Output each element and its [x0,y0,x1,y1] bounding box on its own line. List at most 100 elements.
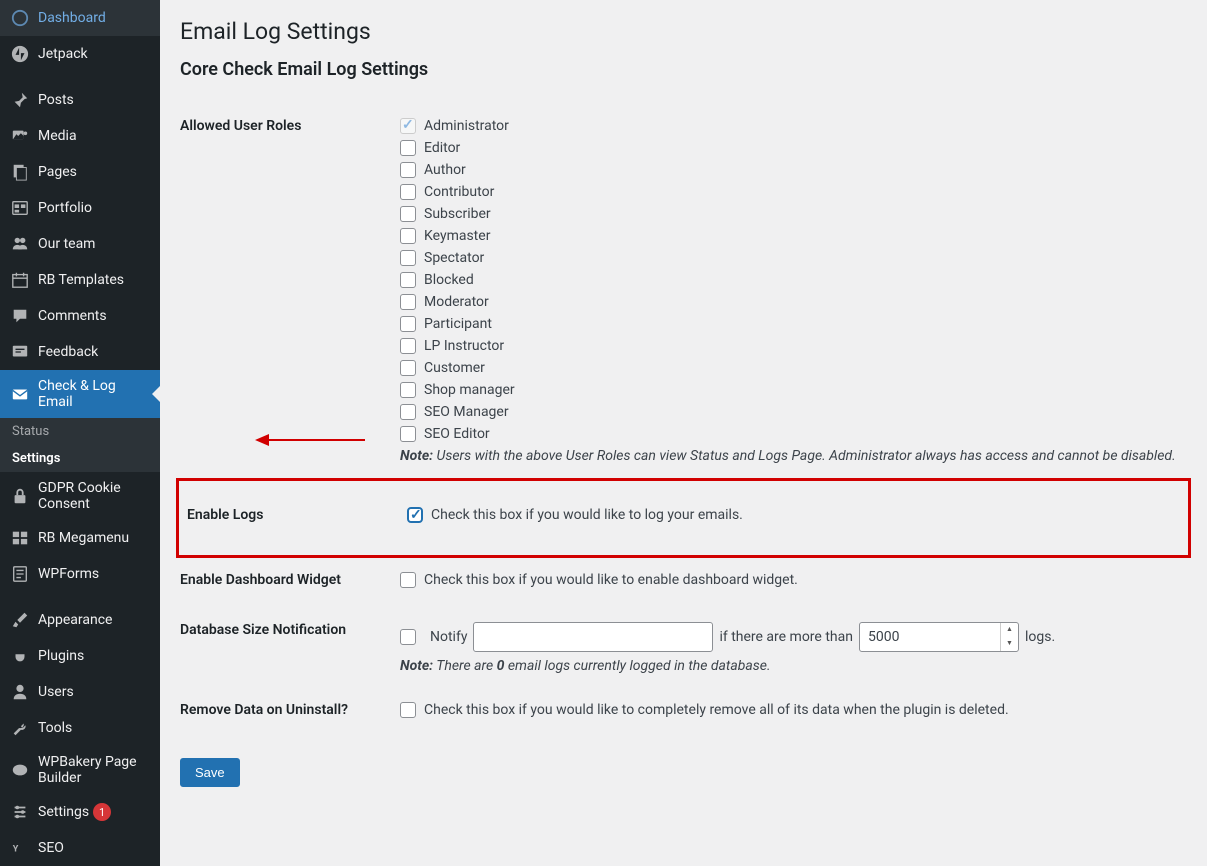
forms-icon [10,564,30,584]
sidebar-item-label: GDPR Cookie Consent [38,480,150,512]
checkbox-role[interactable] [400,404,416,420]
main-content: Email Log Settings Core Check Email Log … [160,0,1207,866]
sidebar-item-label: WPForms [38,566,99,582]
sidebar-item-label: Portfolio [38,200,92,216]
checkbox-role[interactable] [400,272,416,288]
checkbox-role[interactable] [400,206,416,222]
checkbox-role[interactable] [400,162,416,178]
row-dashboard-widget: Enable Dashboard Widget Check this box i… [180,558,1187,608]
sidebar-item-media[interactable]: Media [0,118,160,154]
sidebar-item-check-log-email[interactable]: Check & Log Email [0,370,160,418]
input-notify-email[interactable] [473,622,713,652]
sidebar-item-jetpack[interactable]: Jetpack [0,36,160,72]
sidebar-item-posts[interactable]: Posts [0,82,160,118]
sidebar-item-users[interactable]: Users [0,674,160,710]
role-label: Spectator [424,250,484,266]
sidebar-item-label: WPBakery Page Builder [38,754,150,786]
sidebar-item-feedback[interactable]: Feedback [0,334,160,370]
desc-remove-data: Check this box if you would like to comp… [424,702,1009,718]
checkbox-role [400,118,416,134]
sidebar-item-label: Appearance [38,612,112,628]
role-label: SEO Editor [424,426,490,442]
submenu-settings[interactable]: Settings [0,445,160,472]
dashboard-icon [10,8,30,28]
role-option: Subscriber [400,206,1187,222]
role-label: Blocked [424,272,474,288]
plug-icon [10,646,30,666]
sidebar-item-settings[interactable]: Settings 1 [0,794,160,830]
checkbox-role[interactable] [400,426,416,442]
calendar-icon [10,270,30,290]
sidebar-item-label: Tools [38,720,72,736]
role-label: Customer [424,360,485,376]
feedback-icon [10,342,30,362]
role-label: Subscriber [424,206,491,222]
sidebar-item-portfolio[interactable]: Portfolio [0,190,160,226]
sidebar-item-label: RB Megamenu [38,530,129,546]
role-option: SEO Editor [400,426,1187,442]
label-allowed-roles: Allowed User Roles [180,118,400,134]
sidebar-item-label: Dashboard [38,10,106,26]
user-icon [10,682,30,702]
role-label: Editor [424,140,460,156]
jetpack-icon [10,44,30,64]
role-label: Shop manager [424,382,515,398]
sidebar-item-templates[interactable]: RB Templates [0,262,160,298]
pin-icon [10,90,30,110]
role-option: Shop manager [400,382,1187,398]
checkbox-role[interactable] [400,184,416,200]
desc-enable-logs: Check this box if you would like to log … [431,507,743,523]
submenu-status[interactable]: Status [0,418,160,445]
sidebar-item-label: Posts [38,92,74,108]
sidebar-item-megamenu[interactable]: RB Megamenu [0,520,160,556]
sidebar-item-seo[interactable]: Y SEO [0,830,160,866]
checkbox-role[interactable] [400,140,416,156]
checkbox-role[interactable] [400,338,416,354]
role-option: Spectator [400,250,1187,266]
role-option: Author [400,162,1187,178]
wpbakery-icon [10,760,30,780]
checkbox-remove-data[interactable] [400,702,416,718]
sidebar-item-label: Our team [38,236,95,252]
role-label: Participant [424,316,492,332]
sidebar-item-appearance[interactable]: Appearance [0,602,160,638]
sidebar-item-wpforms[interactable]: WPForms [0,556,160,592]
checkbox-role[interactable] [400,250,416,266]
checkbox-role[interactable] [400,382,416,398]
sidebar-item-team[interactable]: Our team [0,226,160,262]
checkbox-role[interactable] [400,360,416,376]
roles-note: Note: Users with the above User Roles ca… [400,448,1187,464]
portfolio-icon [10,198,30,218]
sidebar-item-gdpr[interactable]: GDPR Cookie Consent [0,472,160,520]
sidebar-item-plugins[interactable]: Plugins [0,638,160,674]
sidebar-item-label: Check & Log Email [38,378,150,410]
checkbox-role[interactable] [400,228,416,244]
label-db-notification: Database Size Notification [180,622,400,638]
checkbox-role[interactable] [400,294,416,310]
role-label: Contributor [424,184,494,200]
save-button[interactable]: Save [180,758,240,787]
update-badge: 1 [93,803,111,821]
role-label: Keymaster [424,228,490,244]
checkbox-role[interactable] [400,316,416,332]
row-db-notification: Database Size Notification Notify if the… [180,608,1187,688]
role-label: LP Instructor [424,338,504,354]
role-option: SEO Manager [400,404,1187,420]
sidebar-item-wpbakery[interactable]: WPBakery Page Builder [0,746,160,794]
role-option: Editor [400,140,1187,156]
checkbox-dashboard-widget[interactable] [400,572,416,588]
text-notify: Notify [430,629,467,645]
role-option: Blocked [400,272,1187,288]
wrench-icon [10,718,30,738]
sidebar-submenu: Status Settings [0,418,160,472]
checkbox-db-notify[interactable] [400,629,416,645]
sidebar-item-comments[interactable]: Comments [0,298,160,334]
sidebar-item-pages[interactable]: Pages [0,154,160,190]
page-subtitle: Core Check Email Log Settings [180,59,1187,80]
checkbox-enable-logs[interactable] [407,507,423,523]
sidebar-item-tools[interactable]: Tools [0,710,160,746]
number-spinner[interactable]: ▲▼ [1000,623,1018,651]
sidebar-item-dashboard[interactable]: Dashboard [0,0,160,36]
input-log-threshold[interactable]: 5000 ▲▼ [859,622,1019,652]
row-remove-data: Remove Data on Uninstall? Check this box… [180,688,1187,738]
